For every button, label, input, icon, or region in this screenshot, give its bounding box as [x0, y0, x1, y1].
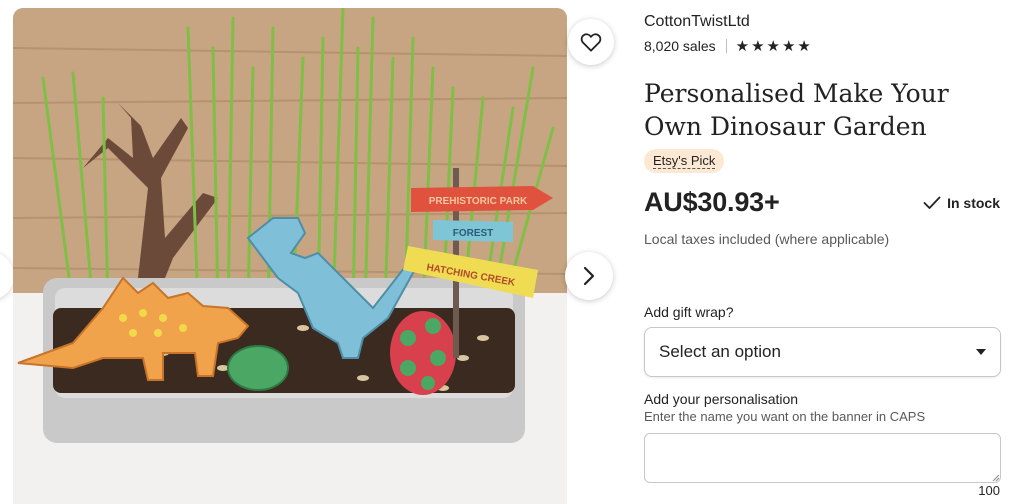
heart-icon: [580, 33, 602, 52]
gift-wrap-selected-value: Select an option: [659, 342, 781, 361]
shop-name-link[interactable]: CottonTwistLtd: [644, 13, 750, 31]
previous-image-button[interactable]: [0, 252, 14, 300]
gift-wrap-label: Add gift wrap?: [644, 304, 734, 320]
badge-label: Etsy's Pick: [653, 152, 716, 169]
caret-down-icon: [976, 349, 986, 355]
image-gallery: PREHISTORIC PARK FOREST HATCHING CREEK: [0, 0, 620, 504]
check-icon: [923, 196, 941, 209]
stock-status: In stock: [923, 195, 1000, 211]
star-icon: ★: [781, 37, 796, 55]
listing-title: Personalised Make Your Own Dinosaur Gard…: [644, 79, 949, 141]
shop-stats: 8,020 sales ★ ★ ★ ★ ★: [644, 38, 811, 54]
gift-wrap-select[interactable]: Select an option: [644, 327, 1001, 377]
stock-label: In stock: [947, 195, 1000, 211]
star-icon: ★: [766, 37, 780, 55]
personalisation-hint: Enter the name you want on the banner in…: [644, 409, 926, 424]
favorite-button[interactable]: [568, 19, 614, 65]
character-count: 100: [978, 483, 1000, 498]
chevron-right-icon: [583, 266, 595, 286]
star-rating[interactable]: ★ ★ ★ ★ ★: [736, 39, 811, 54]
tax-note: Local taxes included (where applicable): [644, 231, 890, 247]
listing-panel: CottonTwistLtd 8,020 sales ★ ★ ★ ★ ★ Per…: [644, 0, 1004, 504]
etsys-pick-badge[interactable]: Etsy's Pick: [644, 149, 725, 173]
personalisation-label: Add your personalisation: [644, 391, 799, 407]
star-icon: ★: [735, 37, 750, 55]
price: AU$30.93+: [644, 187, 780, 217]
sales-count: 8,020 sales: [644, 38, 716, 54]
sign-text-prehistoric-park: PREHISTORIC PARK: [429, 196, 528, 207]
resize-handle-icon[interactable]: [992, 474, 1000, 482]
sign-text-forest: FOREST: [453, 228, 494, 239]
personalisation-textarea[interactable]: [644, 433, 1001, 483]
stats-divider: [725, 39, 727, 53]
product-image[interactable]: PREHISTORIC PARK FOREST HATCHING CREEK: [13, 8, 567, 504]
star-icon: ★: [797, 37, 811, 55]
next-image-button[interactable]: [565, 252, 613, 300]
star-icon: ★: [751, 37, 765, 55]
